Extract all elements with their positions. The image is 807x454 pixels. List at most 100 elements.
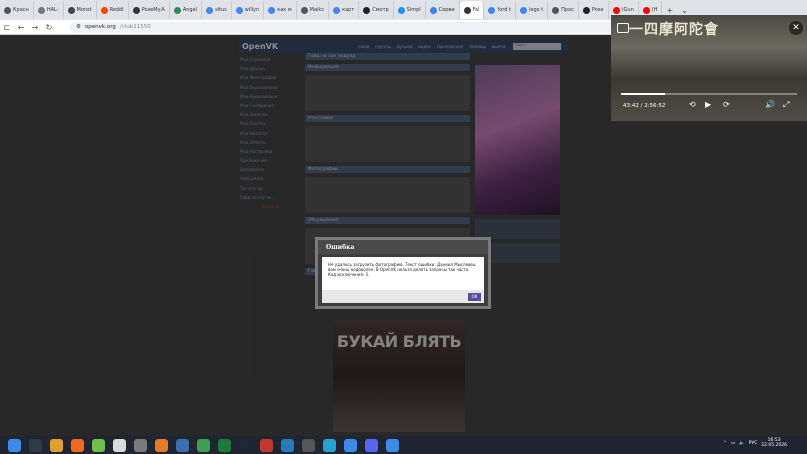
tab-favicon-icon	[488, 6, 496, 14]
explorer-icon[interactable]	[50, 438, 63, 452]
browser-tab[interactable]: Смотр	[359, 1, 394, 19]
tab-label: Maikc	[309, 7, 325, 13]
tab-favicon-icon	[463, 6, 471, 14]
browser-tab[interactable]: Fal	[459, 1, 485, 19]
browser-tab[interactable]: Simpl	[394, 1, 426, 19]
tab-favicon-icon	[67, 6, 75, 14]
video-time: 43:42 / 2:56:52	[623, 103, 666, 109]
browser-tab[interactable]: ford t	[484, 1, 516, 19]
dialog-footer: OK	[322, 290, 484, 303]
dialog-message: Не удалось загрузить фотографию. Текст о…	[322, 257, 484, 290]
dialog-title: Ошибка	[318, 240, 488, 254]
language-indicator[interactable]: РУС	[749, 441, 758, 446]
tab-label: willyn	[244, 7, 260, 13]
volume-icon[interactable]: 🔊	[765, 100, 775, 109]
back-icon[interactable]: ←	[14, 23, 28, 32]
forward-icon[interactable]: →	[28, 23, 42, 32]
fullscreen-icon[interactable]: ⤢	[783, 100, 789, 110]
tab-favicon-icon	[552, 6, 560, 14]
play-icon[interactable]: ▶	[705, 100, 711, 109]
error-dialog: Ошибка Не удалось загрузить фотографию. …	[315, 237, 491, 309]
video-progress-bar[interactable]	[621, 93, 797, 95]
video-progress-fill	[621, 93, 665, 95]
ok-button[interactable]: OK	[468, 293, 481, 301]
browser-tab[interactable]: PoseMy.A	[129, 1, 170, 19]
tab-favicon-icon	[520, 6, 527, 14]
browser-tab[interactable]: lego t	[516, 1, 549, 19]
tab-favicon-icon	[363, 6, 371, 14]
tab-favicon-icon	[612, 6, 620, 14]
app-icon[interactable]	[176, 438, 189, 452]
browser-tab[interactable]: как м	[264, 1, 297, 19]
tab-label: Серви	[438, 7, 455, 13]
url-path: /club11550	[119, 24, 151, 30]
back-to-tab-icon[interactable]	[617, 23, 629, 33]
url-host: openvk.org	[84, 24, 116, 30]
app-icon[interactable]	[281, 438, 294, 452]
steam-icon[interactable]	[239, 438, 252, 452]
browser-tab[interactable]: Красн	[0, 1, 34, 19]
browser-tab[interactable]: Maikc	[297, 1, 330, 19]
start-icon[interactable]	[8, 438, 21, 452]
tab-favicon-icon	[235, 6, 243, 14]
app-icon[interactable]	[92, 438, 105, 452]
app-icon[interactable]	[302, 438, 315, 452]
browser-tab[interactable]: Серви	[426, 1, 460, 19]
new-tab-icon[interactable]: +	[662, 6, 677, 15]
browser-tab[interactable]: Angel	[170, 1, 203, 19]
browser-tab[interactable]: Reddi	[97, 1, 129, 19]
tab-label: (H	[651, 7, 658, 13]
app-icon[interactable]	[386, 438, 399, 452]
reload-icon[interactable]: ↻	[42, 23, 56, 32]
app-icon[interactable]	[323, 438, 336, 452]
app-icon[interactable]	[197, 438, 210, 452]
tab-label: Прос	[561, 7, 574, 13]
browser-tab[interactable]: Прос	[548, 1, 579, 19]
browser-tab[interactable]: Monst	[64, 1, 97, 19]
blender-icon[interactable]	[155, 438, 168, 452]
search-icon[interactable]	[29, 438, 42, 452]
site-info-icon[interactable]: ⚙	[76, 24, 81, 30]
browser-tab[interactable]: карт	[329, 1, 360, 19]
tab-favicon-icon	[429, 6, 437, 14]
volume-icon[interactable]: 🔈	[739, 441, 745, 446]
app-icon[interactable]	[260, 438, 273, 452]
tab-label: Pose	[592, 7, 604, 13]
tab-label: Fal	[472, 7, 480, 13]
url-input[interactable]: ⚙ openvk.org/club11550	[70, 21, 630, 33]
tab-label: HAL-	[46, 7, 59, 13]
sidebar-toggle-icon[interactable]: ⊏	[0, 23, 14, 32]
taskbar: ⌃ ▭ 🔈 РУС 16:53 22.05.2026	[0, 436, 807, 454]
tab-label: Angel	[182, 7, 198, 13]
tab-favicon-icon	[268, 6, 276, 14]
firefox-icon[interactable]	[71, 438, 84, 452]
tab-label: lego t	[529, 7, 544, 13]
forward-skip-icon[interactable]: ⟳	[723, 100, 730, 109]
app-icon[interactable]	[113, 438, 126, 452]
close-icon[interactable]: ✕	[789, 21, 803, 35]
tab-label: ford t	[497, 7, 511, 13]
tab-label: (Gun	[621, 7, 634, 13]
dialog-message-line: Код исключения: 3.	[328, 272, 370, 277]
rewind-icon[interactable]: ⟲	[689, 100, 696, 109]
tab-label: PoseMy.A	[141, 7, 165, 13]
clock-date: 22.05.2026	[761, 443, 787, 448]
clock[interactable]: 16:53 22.05.2026	[761, 438, 787, 448]
app-icon[interactable]	[344, 438, 357, 452]
browser-tab[interactable]: situs	[202, 1, 232, 19]
excel-icon[interactable]	[218, 438, 231, 452]
network-icon[interactable]: ▭	[731, 441, 735, 446]
tab-list-icon[interactable]: ⌄	[677, 6, 692, 15]
tab-label: Красн	[13, 7, 29, 13]
tab-favicon-icon	[37, 6, 45, 14]
browser-tab[interactable]: Pose	[579, 1, 609, 19]
chevron-up-icon[interactable]: ⌃	[723, 441, 727, 446]
tab-favicon-icon	[132, 6, 140, 14]
browser-tab[interactable]: willyn	[232, 1, 265, 19]
pip-video-player[interactable]: 一四摩阿陀會 ✕ 43:42 / 2:56:52 ⟲ ▶ ⟳ 🔊 ⤢	[611, 15, 807, 121]
discord-icon[interactable]	[365, 438, 378, 452]
tab-label: Reddi	[109, 7, 124, 13]
browser-tab[interactable]: HAL-	[34, 1, 64, 19]
tab-label: situs	[215, 7, 227, 13]
app-icon[interactable]	[134, 438, 147, 452]
